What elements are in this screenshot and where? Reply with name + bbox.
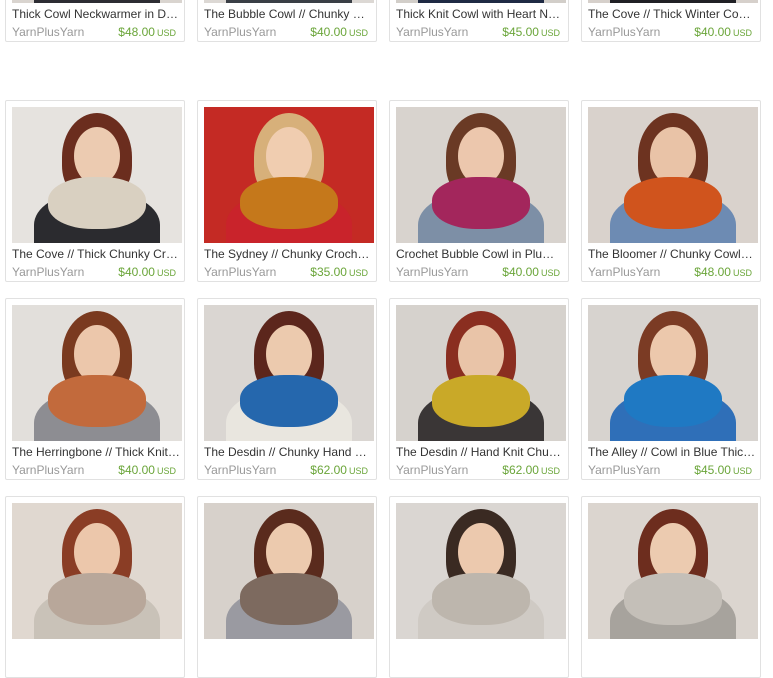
model-in-grey-cowl-photo[interactable] bbox=[396, 0, 566, 3]
listing-price: $45.00 USD bbox=[694, 463, 752, 477]
listing-price: $40.00 USD bbox=[694, 25, 752, 39]
shop-name[interactable]: YarnPlusYarn bbox=[12, 463, 84, 477]
model-in-cream-cowl-photo[interactable] bbox=[12, 107, 182, 243]
listing-price: $40.00 USD bbox=[310, 25, 368, 39]
price-amount: $45.00 bbox=[694, 463, 731, 477]
model-in-yellow-striped-scarf-photo[interactable] bbox=[396, 305, 566, 441]
listing-price bbox=[174, 661, 176, 675]
listing-card[interactable]: Thick Knit Cowl with Heart N… YarnPlusYar… bbox=[389, 0, 569, 42]
listing-title[interactable]: The Cove // Thick Winter Co… bbox=[588, 7, 756, 21]
price-currency: USD bbox=[156, 466, 176, 476]
listing-card[interactable]: The Desdin // Chunky Hand … YarnPlusYarn $… bbox=[197, 298, 377, 480]
price-amount: $48.00 bbox=[694, 265, 731, 279]
listing-title[interactable]: Thick Cowl Neckwarmer in D… bbox=[12, 7, 180, 21]
listing-price bbox=[750, 661, 752, 675]
listing-card[interactable]: The Cove // Thick Chunky Cr… YarnPlusYarn… bbox=[5, 100, 185, 282]
model-in-blue-striped-scarf-photo[interactable] bbox=[204, 305, 374, 441]
listing-title[interactable]: The Bloomer // Chunky Cowl … bbox=[588, 247, 756, 261]
listing-title[interactable]: Crochet Bubble Cowl in Plum… bbox=[396, 247, 564, 261]
price-currency: USD bbox=[540, 466, 560, 476]
shop-name[interactable]: YarnPlusYarn bbox=[396, 463, 468, 477]
shop-name[interactable]: YarnPlusYarn bbox=[12, 265, 84, 279]
price-amount: $40.00 bbox=[502, 265, 539, 279]
price-amount: $40.00 bbox=[118, 265, 155, 279]
price-currency: USD bbox=[732, 466, 752, 476]
listing-price: $45.00 USD bbox=[502, 25, 560, 39]
shop-name[interactable]: YarnPlusYarn bbox=[396, 25, 468, 39]
model-in-orange-cowl-photo[interactable] bbox=[588, 107, 758, 243]
price-currency: USD bbox=[348, 268, 368, 278]
listing-card[interactable]: The Sydney // Chunky Croch… YarnPlusYarn $… bbox=[197, 100, 377, 282]
shop-name[interactable]: YarnPlusYarn bbox=[204, 265, 276, 279]
listing-card[interactable]: Crochet Bubble Cowl in Plum… YarnPlusYarn… bbox=[389, 100, 569, 282]
model-in-bright-blue-cowl-photo[interactable] bbox=[588, 305, 758, 441]
model-in-rust-cowl-photo[interactable] bbox=[12, 305, 182, 441]
listing-price: $62.00 USD bbox=[310, 463, 368, 477]
price-amount: $40.00 bbox=[694, 25, 731, 39]
listing-title[interactable]: The Herringbone // Thick Knit… bbox=[12, 445, 180, 459]
listing-title[interactable]: The Sydney // Chunky Croch… bbox=[204, 247, 372, 261]
listing-card[interactable]: The Herringbone // Thick Knit… YarnPlusYa… bbox=[5, 298, 185, 480]
listing-title[interactable]: The Desdin // Hand Knit Chu… bbox=[396, 445, 564, 459]
listing-card[interactable]: The Alley // Cowl in Blue Thic… YarnPlusY… bbox=[581, 298, 761, 480]
listing-price: $48.00 USD bbox=[118, 25, 176, 39]
model-in-plum-cowl-photo[interactable] bbox=[396, 107, 566, 243]
listing-title[interactable]: Thick Knit Cowl with Heart N… bbox=[396, 7, 564, 21]
listing-card[interactable]: The Desdin // Hand Knit Chu… YarnPlusYarn… bbox=[389, 298, 569, 480]
price-currency: USD bbox=[348, 28, 368, 38]
price-currency: USD bbox=[348, 466, 368, 476]
listing-photo-partial[interactable] bbox=[204, 503, 374, 639]
model-in-red-cowl-photo[interactable] bbox=[588, 0, 758, 3]
price-amount: $48.00 bbox=[118, 25, 155, 39]
price-currency: USD bbox=[540, 268, 560, 278]
listing-photo-partial[interactable] bbox=[396, 503, 566, 639]
listing-title[interactable]: The Alley // Cowl in Blue Thic… bbox=[588, 445, 756, 459]
model-in-blue-cowl-photo[interactable] bbox=[12, 0, 182, 3]
price-currency: USD bbox=[732, 28, 752, 38]
price-currency: USD bbox=[732, 268, 752, 278]
listing-price: $40.00 USD bbox=[502, 265, 560, 279]
price-amount: $40.00 bbox=[118, 463, 155, 477]
listing-price bbox=[366, 661, 368, 675]
listing-price bbox=[558, 661, 560, 675]
listing-card[interactable] bbox=[5, 496, 185, 678]
listing-title[interactable]: The Cove // Thick Chunky Cr… bbox=[12, 247, 180, 261]
listing-card[interactable]: Thick Cowl Neckwarmer in D… YarnPlusYarn $… bbox=[5, 0, 185, 42]
listing-title[interactable]: The Bubble Cowl // Chunky C… bbox=[204, 7, 372, 21]
shop-name[interactable]: YarnPlusYarn bbox=[396, 265, 468, 279]
listing-card[interactable] bbox=[581, 496, 761, 678]
price-amount: $45.00 bbox=[502, 25, 539, 39]
listing-photo-partial[interactable] bbox=[588, 503, 758, 639]
listing-price: $62.00 USD bbox=[502, 463, 560, 477]
shop-name[interactable]: YarnPlusYarn bbox=[588, 25, 660, 39]
listing-price: $40.00 USD bbox=[118, 265, 176, 279]
listing-grid: Thick Cowl Neckwarmer in D… YarnPlusYarn $… bbox=[0, 0, 773, 678]
model-in-teal-cowl-photo[interactable] bbox=[204, 0, 374, 3]
listing-card[interactable]: The Bloomer // Chunky Cowl … YarnPlusYarn… bbox=[581, 100, 761, 282]
shop-name[interactable]: YarnPlusYarn bbox=[588, 463, 660, 477]
listing-card[interactable] bbox=[389, 496, 569, 678]
listing-card[interactable]: The Bubble Cowl // Chunky C… YarnPlusYarn… bbox=[197, 0, 377, 42]
shop-name[interactable]: YarnPlusYarn bbox=[204, 25, 276, 39]
price-amount: $62.00 bbox=[502, 463, 539, 477]
price-currency: USD bbox=[156, 268, 176, 278]
listing-title[interactable]: The Desdin // Chunky Hand … bbox=[204, 445, 372, 459]
listing-price: $35.00 USD bbox=[310, 265, 368, 279]
shop-name[interactable]: YarnPlusYarn bbox=[12, 25, 84, 39]
listing-photo-partial[interactable] bbox=[12, 503, 182, 639]
listing-card[interactable]: The Cove // Thick Winter Co… YarnPlusYarn… bbox=[581, 0, 761, 42]
listing-card[interactable] bbox=[197, 496, 377, 678]
shop-name[interactable]: YarnPlusYarn bbox=[204, 463, 276, 477]
shop-name[interactable]: YarnPlusYarn bbox=[588, 265, 660, 279]
listing-price: $48.00 USD bbox=[694, 265, 752, 279]
price-currency: USD bbox=[540, 28, 560, 38]
model-in-snow-photo[interactable] bbox=[204, 107, 374, 243]
price-amount: $40.00 bbox=[310, 25, 347, 39]
price-amount: $35.00 bbox=[310, 265, 347, 279]
price-currency: USD bbox=[156, 28, 176, 38]
listing-price: $40.00 USD bbox=[118, 463, 176, 477]
price-amount: $62.00 bbox=[310, 463, 347, 477]
